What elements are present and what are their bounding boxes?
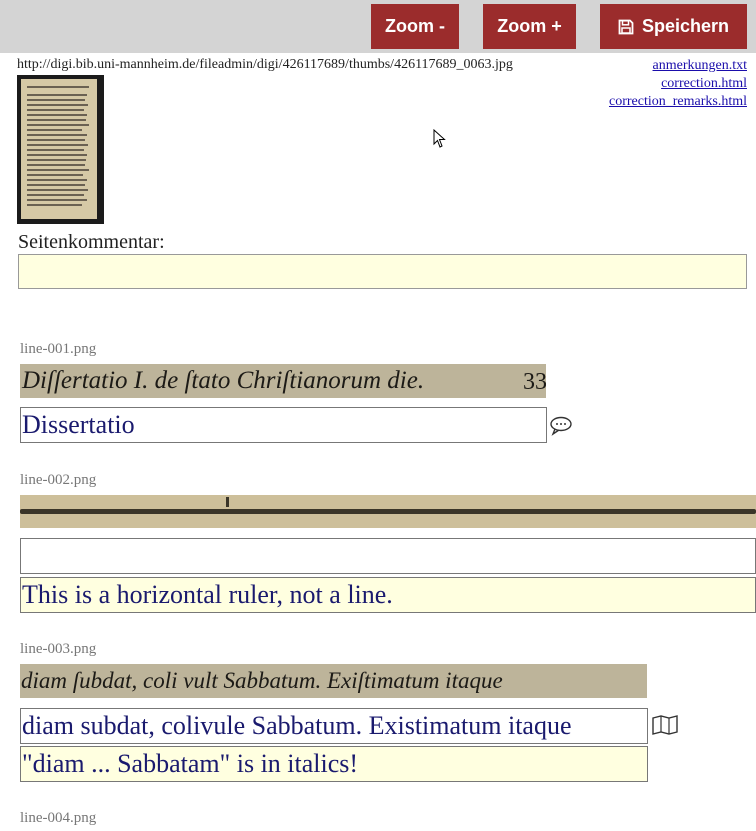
thumbnail-page-image xyxy=(21,79,97,219)
line-comment-field[interactable]: "diam ... Sabbatam" is in italics! xyxy=(20,746,648,782)
zoom-out-button[interactable]: Zoom - xyxy=(371,4,459,49)
save-button[interactable]: Speichern xyxy=(600,4,747,49)
line-filename: line-001.png xyxy=(20,341,97,357)
line-image-text: Diſſertatio I. de ſtato Chriſtianorum di… xyxy=(22,367,425,394)
book-icon[interactable] xyxy=(651,715,679,735)
link-correction-remarks[interactable]: correction_remarks.html xyxy=(609,93,747,111)
link-anmerkungen[interactable]: anmerkungen.txt xyxy=(609,57,747,75)
line-image xyxy=(20,495,756,528)
file-links: anmerkungen.txt correction.html correcti… xyxy=(609,57,747,111)
line-transcription-input[interactable]: diam subdat, colivule Sabbatum. Existima… xyxy=(20,708,648,744)
line-filename: line-004.png xyxy=(20,810,97,826)
link-correction[interactable]: correction.html xyxy=(609,75,747,93)
comment-icon[interactable] xyxy=(550,416,574,436)
save-label: Speichern xyxy=(641,16,730,36)
line-filename: line-003.png xyxy=(20,641,97,657)
line-image-page-number: 33 xyxy=(523,369,546,395)
page-image-url: http://digi.bib.uni-mannheim.de/fileadmi… xyxy=(17,57,513,72)
floppy-disk-icon xyxy=(618,19,634,34)
line-image: diam ſubdat, coli vult Sabbatum. Exiſtim… xyxy=(20,664,647,698)
mouse-pointer-icon xyxy=(433,129,446,148)
ruler-tick-mark xyxy=(226,497,229,507)
page-comment-label: Seitenkommentar: xyxy=(18,231,165,253)
line-filename: line-002.png xyxy=(20,472,97,488)
zoom-out-label: Zoom - xyxy=(385,16,445,36)
zoom-in-button[interactable]: Zoom + xyxy=(483,4,576,49)
horizontal-ruler-mark xyxy=(20,509,756,514)
line-image-text: diam ſubdat, coli vult Sabbatum. Exiſtim… xyxy=(21,668,503,693)
toolbar: Zoom - Zoom + Speichern xyxy=(0,0,756,53)
page-comment-field[interactable] xyxy=(18,254,747,289)
zoom-in-label: Zoom + xyxy=(497,16,562,36)
line-image: Diſſertatio I. de ſtato Chriſtianorum di… xyxy=(20,364,546,398)
page-thumbnail[interactable] xyxy=(17,75,104,224)
line-transcription-input[interactable]: Dissertatio xyxy=(20,407,547,443)
line-comment-field[interactable]: This is a horizontal ruler, not a line. xyxy=(20,577,756,613)
line-transcription-input[interactable] xyxy=(20,538,756,574)
